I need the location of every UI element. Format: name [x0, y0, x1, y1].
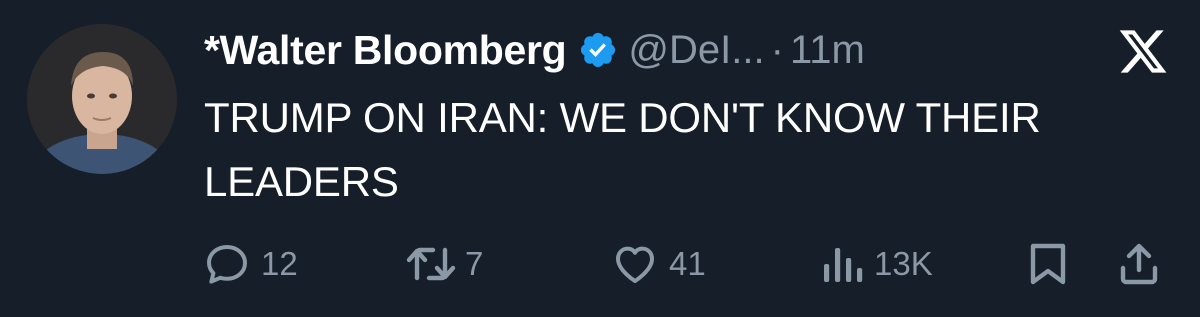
handle[interactable]: @DeI... [628, 28, 764, 73]
verified-badge-icon[interactable] [578, 30, 618, 70]
display-name[interactable]: *Walter Bloomberg [204, 27, 567, 74]
repost-count: 7 [465, 245, 484, 282]
separator-dot: · [770, 27, 784, 72]
repost-button[interactable]: 7 [403, 236, 483, 292]
views-button[interactable]: 13K [820, 236, 933, 292]
like-button[interactable]: 41 [611, 236, 706, 292]
avatar[interactable] [27, 24, 177, 174]
like-count: 41 [669, 245, 706, 282]
reply-button[interactable]: 12 [203, 236, 298, 292]
tweet-header: *Walter Bloomberg @DeI... · 11m [204, 22, 865, 78]
tweet-card[interactable]: *Walter Bloomberg @DeI... · 11m TRUMP ON… [0, 0, 1200, 317]
x-logo-icon [1117, 27, 1169, 75]
tweet-text: TRUMP ON IRAN: WE DON'T KNOW THEIR LEADE… [204, 94, 1041, 205]
heart-icon [611, 240, 659, 288]
views-count: 13K [874, 245, 933, 282]
share-button[interactable] [1115, 236, 1163, 292]
repost-arrows-icon [403, 240, 459, 288]
bookmark-button[interactable] [1025, 236, 1071, 292]
timestamp[interactable]: 11m [790, 28, 865, 73]
bar-chart-icon [820, 240, 864, 288]
speech-bubble-icon [203, 240, 251, 288]
share-upload-icon [1115, 240, 1163, 288]
reply-count: 12 [261, 245, 298, 282]
avatar-portrait [27, 24, 177, 174]
bookmark-icon [1025, 240, 1071, 288]
action-bar: 12 7 41 13K [0, 236, 1200, 292]
